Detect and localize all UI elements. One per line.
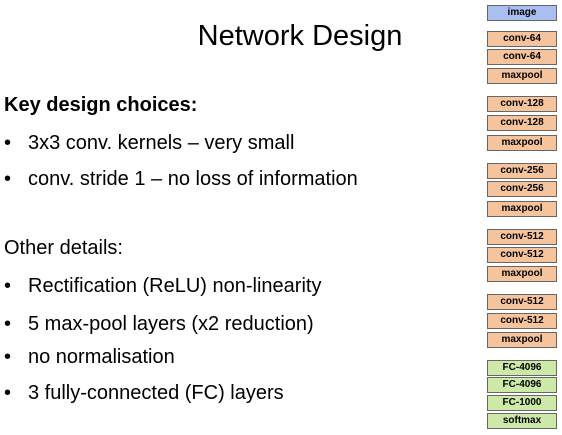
bullet-dot: • (4, 346, 12, 368)
bullet-item: • Rectification (ReLU) non-linearity (4, 273, 321, 299)
layer-box-conv-64: conv-64 (487, 49, 557, 65)
layer-box-maxpool: maxpool (487, 135, 557, 151)
layer-box-softmax: softmax (487, 413, 557, 429)
layer-box-fc-4096: FC-4096 (487, 377, 557, 393)
bullet-dot: • (4, 313, 12, 335)
bullet-text: 5 max-pool layers (x2 reduction) (28, 313, 314, 335)
layer-box-image: image (487, 5, 557, 21)
other-details-heading: Other details: (4, 237, 123, 259)
bullet-text: conv. stride 1 – no loss of information (28, 168, 358, 190)
bullet-item: • conv. stride 1 – no loss of information (4, 166, 358, 192)
layer-box-conv-64: conv-64 (487, 31, 557, 47)
bullet-item: • 3 fully-connected (FC) layers (4, 380, 284, 406)
layer-box-conv-512: conv-512 (487, 229, 557, 245)
layer-box-conv-256: conv-256 (487, 181, 557, 197)
bullet-text: 3 fully-connected (FC) layers (28, 382, 284, 404)
bullet-text: no normalisation (28, 346, 175, 368)
slide-title: Network Design (197, 20, 403, 52)
layer-box-conv-512: conv-512 (487, 313, 557, 329)
layer-box-fc-1000: FC-1000 (487, 395, 557, 411)
bullet-dot: • (4, 132, 12, 154)
layer-box-conv-512: conv-512 (487, 247, 557, 263)
layer-box-conv-256: conv-256 (487, 163, 557, 179)
layer-box-fc-4096: FC-4096 (487, 360, 557, 376)
network-layer-stack: image conv-64 conv-64 maxpool conv-128 conv-1… (487, 0, 557, 435)
bullet-dot: • (4, 168, 12, 190)
layer-box-conv-128: conv-128 (487, 115, 557, 131)
bullet-item: • 5 max-pool layers (x2 reduction) (4, 311, 314, 337)
layer-box-maxpool: maxpool (487, 332, 557, 348)
layer-box-maxpool: maxpool (487, 201, 557, 217)
bullet-item: • 3x3 conv. kernels – very small (4, 130, 294, 156)
bullet-dot: • (4, 382, 12, 404)
bullet-dot: • (4, 275, 12, 297)
layer-box-maxpool: maxpool (487, 266, 557, 282)
layer-box-conv-128: conv-128 (487, 96, 557, 112)
bullet-text: 3x3 conv. kernels – very small (28, 132, 295, 154)
layer-box-conv-512: conv-512 (487, 294, 557, 310)
bullet-text: Rectification (ReLU) non-linearity (28, 275, 322, 297)
key-choices-heading: Key design choices: (4, 94, 198, 116)
layer-box-maxpool: maxpool (487, 68, 557, 84)
bullet-item: • no normalisation (4, 344, 175, 370)
